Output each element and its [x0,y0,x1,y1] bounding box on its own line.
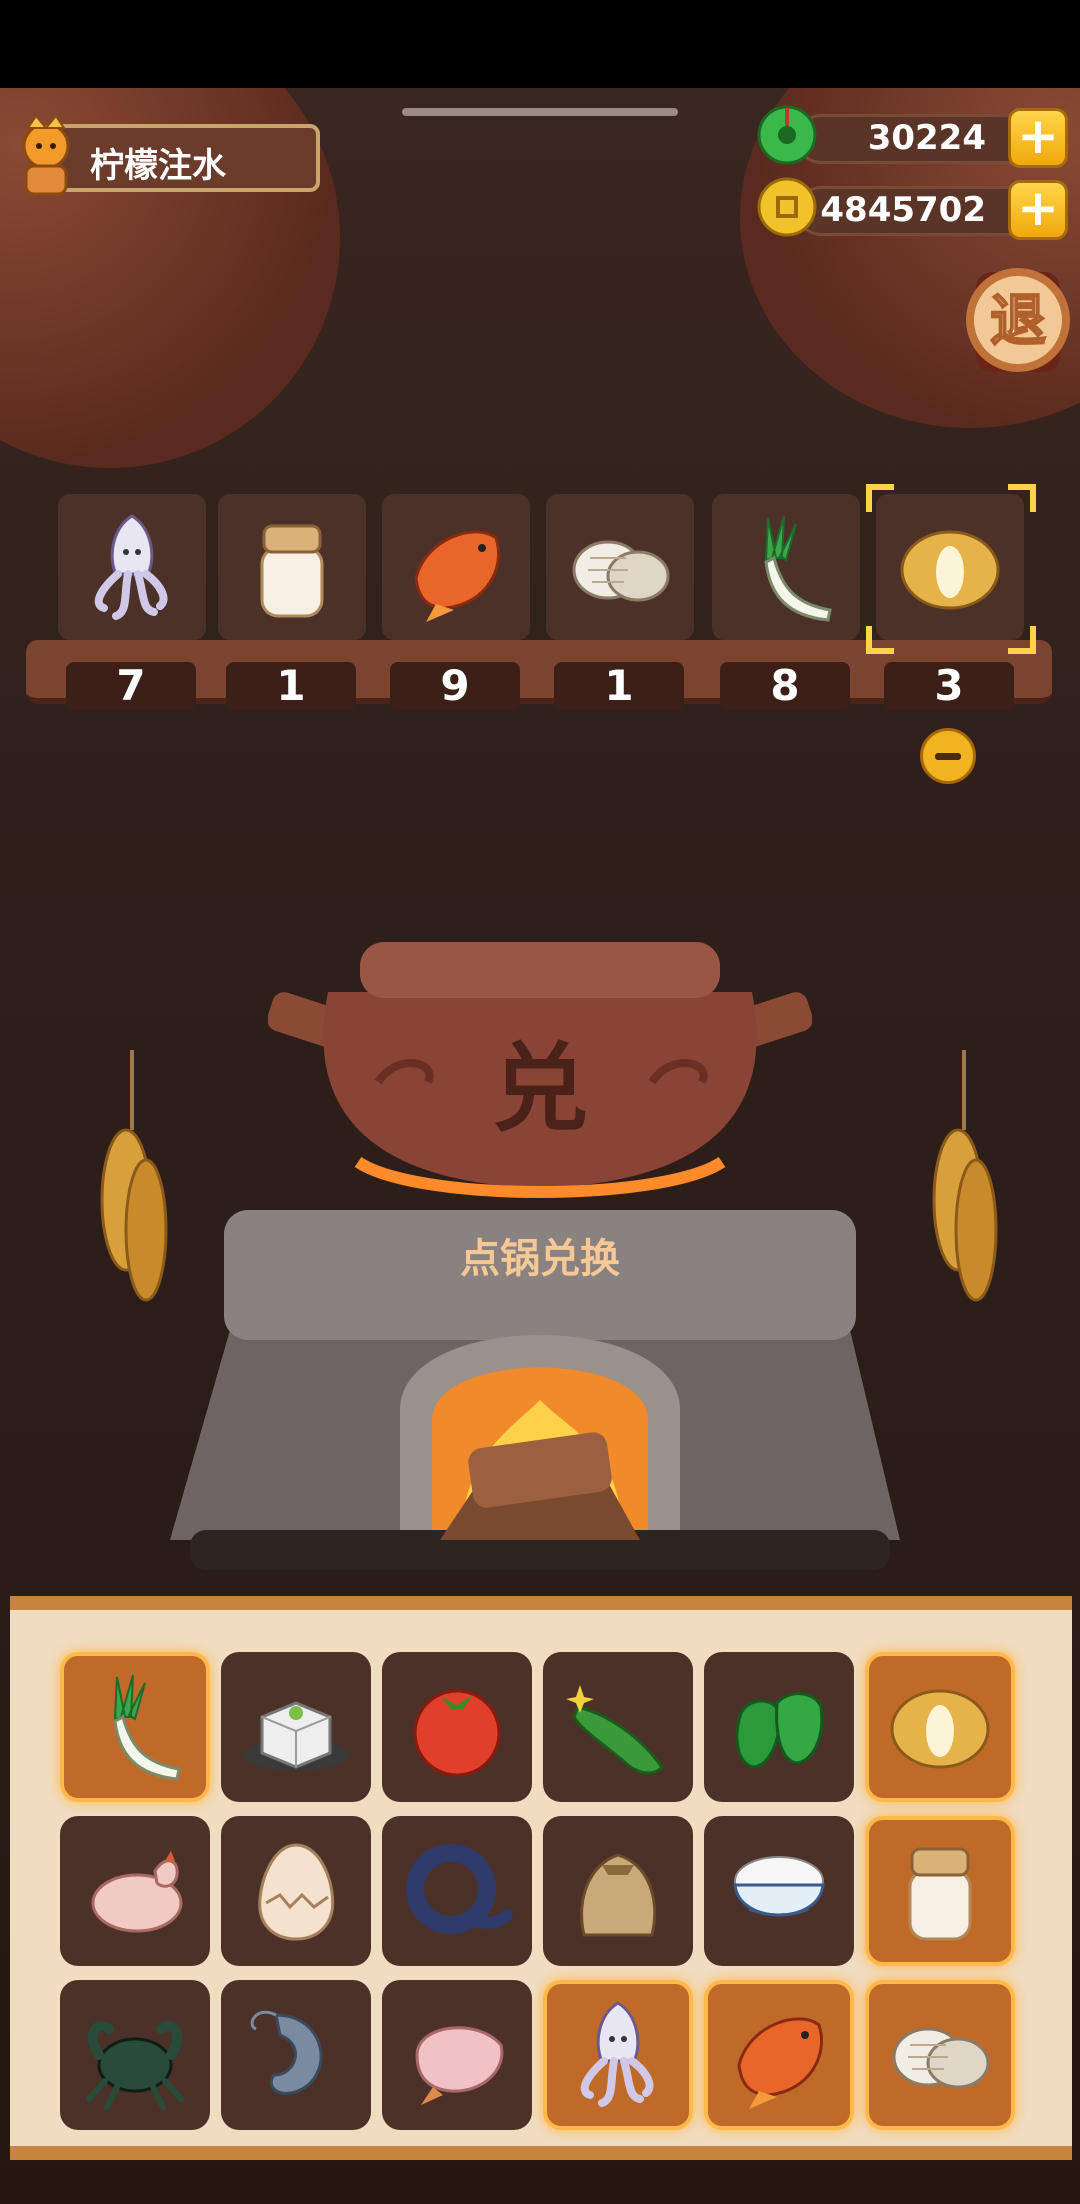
slot-count: 3 [884,662,1014,710]
home-indicator[interactable] [402,108,678,116]
coin-icon [757,177,817,237]
rice-bowl-icon [719,1831,839,1951]
inventory-item[interactable] [221,1652,371,1802]
egg-icon [236,1831,356,1951]
inventory-item[interactable] [543,1652,693,1802]
add-coin-button[interactable]: + [1008,180,1068,240]
inventory-item[interactable] [543,1980,693,2130]
hanging-corn-left [100,1050,168,1302]
inventory-item[interactable] [704,1980,854,2130]
duck-icon [397,1995,517,2115]
slot-count: 1 [554,662,684,710]
selected-slot-active[interactable] [876,494,1024,640]
flour-sack-icon [558,1831,678,1951]
selected-slot[interactable] [546,494,694,640]
jade-amount: 30224 [867,118,986,158]
clam-icon [880,1995,1000,2115]
hanging-corn-right [932,1050,998,1302]
squid-icon [72,508,192,628]
inventory-item[interactable] [221,1980,371,2130]
clam-icon [560,508,680,628]
selected-slot[interactable] [712,494,860,640]
selected-slot[interactable] [218,494,366,640]
scallion-icon [75,1667,195,1787]
exchange-pot[interactable]: 兑 [268,932,812,1212]
selection-corner [1008,484,1036,512]
inventory-item[interactable] [60,1980,210,2130]
player-name: 柠檬注水 [90,146,226,186]
cucumber-icon [558,1667,678,1787]
pot-exchange-label: 点锅兑换 [460,1236,620,1282]
milk-jar-icon [232,508,352,628]
tofu-icon [236,1667,356,1787]
player-badge[interactable]: 柠檬注水 [12,114,320,196]
scallion-icon [726,508,846,628]
coin-currency: 4845702 + [756,177,1072,240]
carp-fish-icon [719,1995,839,2115]
pot-character: 兑 [492,1033,588,1145]
slot-count: 7 [66,662,196,710]
slot-count: 9 [390,662,520,710]
milk-jar-icon [880,1831,1000,1951]
selected-slot[interactable] [58,494,206,640]
inventory-item[interactable] [382,1816,532,1966]
status-bar [0,0,1080,88]
chicken-icon [75,1831,195,1951]
selected-slot[interactable] [382,494,530,640]
selection-corner [1008,626,1036,654]
coin-amount: 4845702 [820,190,986,230]
inventory-item[interactable] [704,1652,854,1802]
carp-fish-icon [396,508,516,628]
decrease-button[interactable] [920,728,976,784]
inventory-item[interactable] [221,1816,371,1966]
jade-icon [757,105,817,165]
squid-icon [558,1995,678,2115]
add-jade-button[interactable]: + [1008,108,1068,168]
exit-button[interactable]: 退 [962,266,1074,378]
inventory-item[interactable] [865,1980,1015,2130]
slot-count: 1 [226,662,356,710]
selection-corner [866,626,894,654]
chef-mascot-icon [22,114,70,196]
slot-count: 8 [720,662,850,710]
inventory-item[interactable] [704,1816,854,1966]
tomato-icon [397,1667,517,1787]
green-pepper-icon [719,1667,839,1787]
selection-corner [866,484,894,512]
eel-icon [397,1831,517,1951]
inventory-item[interactable] [60,1816,210,1966]
ingredient-inventory [10,1596,1072,2160]
jade-currency: 30224 + [756,105,1072,168]
inventory-item[interactable] [543,1816,693,1966]
potato-icon [880,1667,1000,1787]
exit-label: 退 [990,289,1046,354]
crab-icon [75,1995,195,2115]
inventory-item[interactable] [865,1816,1015,1966]
inventory-item[interactable] [382,1980,532,2130]
potato-icon [890,508,1010,628]
inventory-item[interactable] [865,1652,1015,1802]
shrimp-icon [236,1995,356,2115]
inventory-item[interactable] [60,1652,210,1802]
inventory-item[interactable] [382,1652,532,1802]
